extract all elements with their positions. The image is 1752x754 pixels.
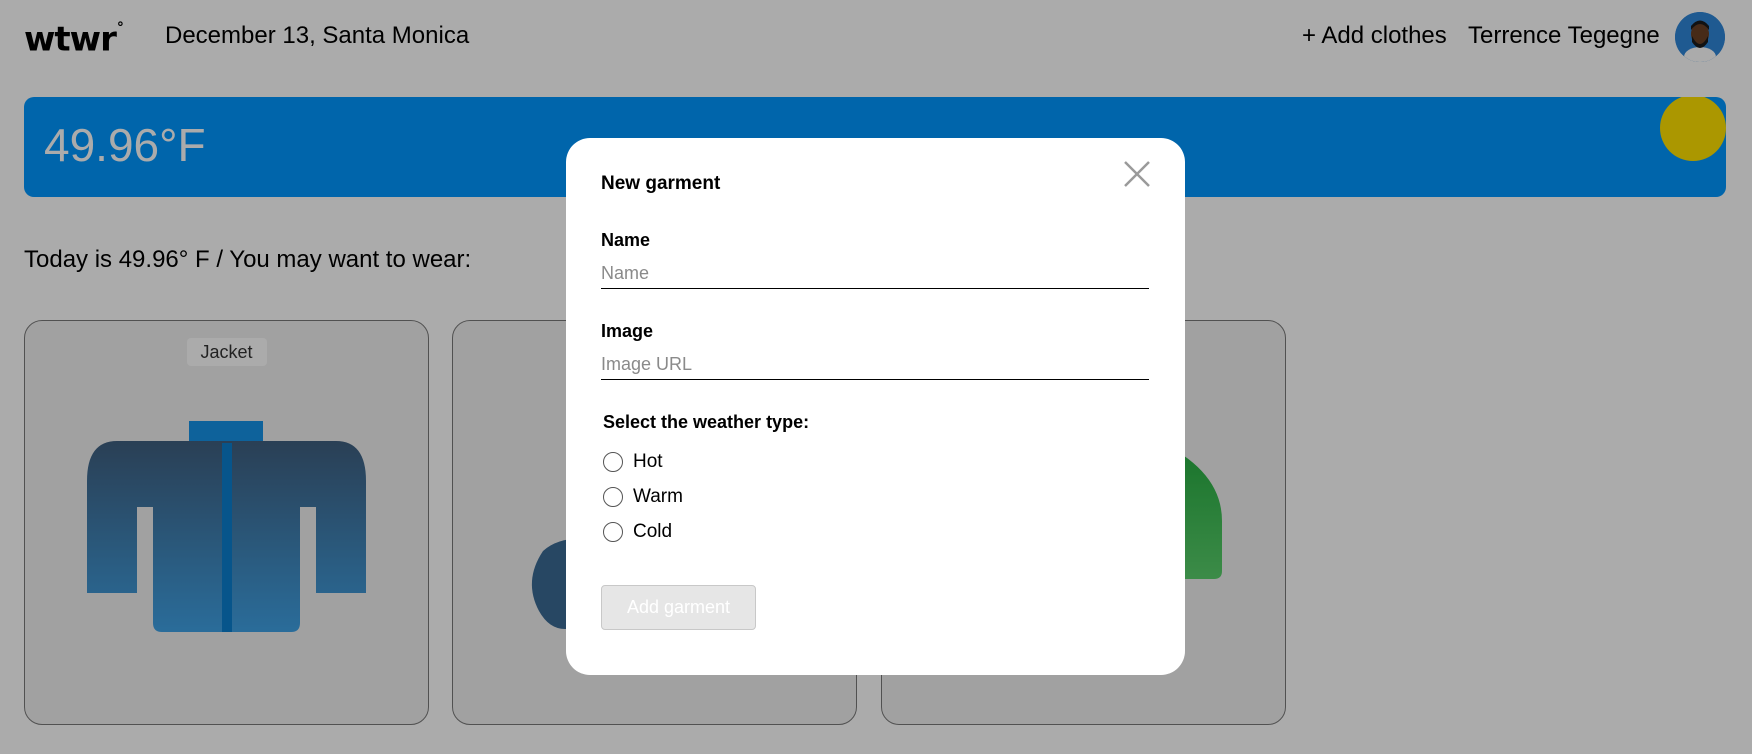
radio-label: Warm	[633, 486, 683, 507]
radio-cold[interactable]: Cold	[603, 520, 672, 544]
radio-label: Hot	[633, 451, 663, 472]
add-garment-button[interactable]: Add garment	[601, 585, 756, 630]
name-input[interactable]	[601, 259, 1149, 289]
image-url-input[interactable]	[601, 350, 1149, 380]
radio-circle[interactable]	[603, 487, 623, 507]
add-garment-modal: New garment Name Image Select the weathe…	[566, 138, 1185, 675]
weather-type-title: Select the weather type:	[603, 412, 810, 432]
radio-circle[interactable]	[603, 522, 623, 542]
radio-hot[interactable]: Hot	[603, 450, 663, 474]
image-label: Image	[601, 321, 654, 341]
name-label: Name	[601, 230, 651, 250]
radio-warm[interactable]: Warm	[603, 485, 683, 509]
modal-title: New garment	[601, 173, 721, 194]
close-icon	[1124, 161, 1150, 187]
radio-label: Cold	[633, 521, 673, 542]
close-button[interactable]	[1121, 158, 1153, 190]
radio-circle[interactable]	[603, 452, 623, 472]
